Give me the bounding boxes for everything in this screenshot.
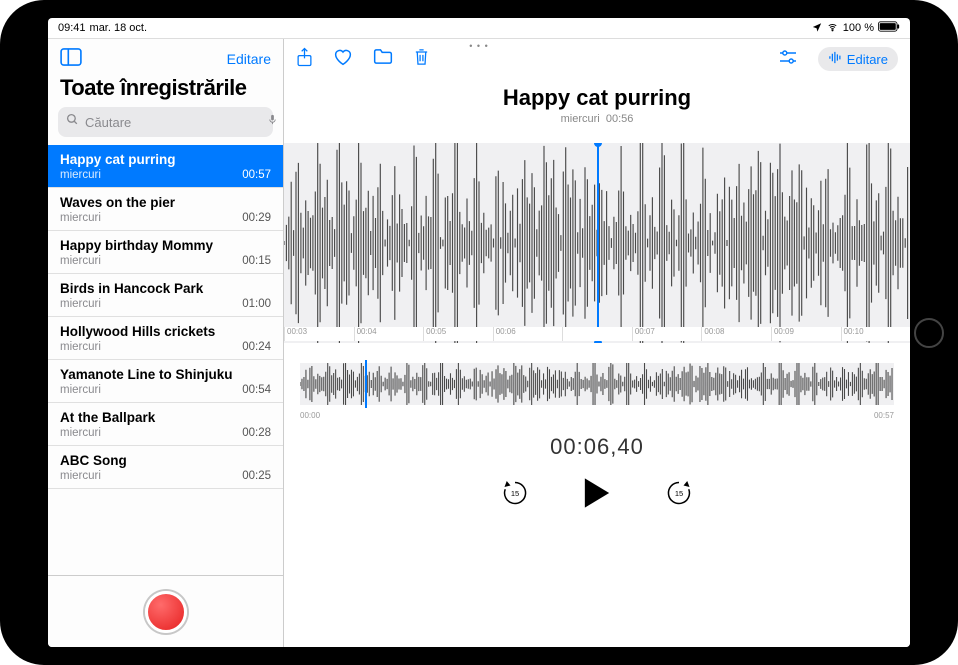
recording-row-duration: 00:54 bbox=[242, 384, 271, 396]
recording-row[interactable]: Waves on the pier miercuri 00:29 bbox=[48, 188, 283, 231]
recording-row-title: Happy cat purring bbox=[60, 152, 271, 167]
mic-icon[interactable] bbox=[267, 112, 278, 132]
recording-row-title: Hollywood Hills crickets bbox=[60, 324, 271, 339]
recording-subtitle: miercuri 00:56 bbox=[284, 113, 910, 125]
recordings-list: Happy cat purring miercuri 00:57 Waves on t… bbox=[48, 145, 283, 575]
recording-row-day: miercuri bbox=[60, 298, 101, 310]
sidebar-toggle-button[interactable] bbox=[60, 48, 82, 71]
recording-row[interactable]: ABC Song miercuri 00:25 bbox=[48, 446, 283, 489]
timeline-tick: 00:10 bbox=[841, 327, 911, 341]
playhead[interactable] bbox=[597, 143, 599, 343]
recording-row-day: miercuri bbox=[60, 169, 101, 181]
timeline-tick: 00:09 bbox=[771, 327, 841, 341]
recording-row-title: At the Ballpark bbox=[60, 410, 271, 425]
recording-row-day: miercuri bbox=[60, 341, 101, 353]
overview-times: 00:00 00:57 bbox=[300, 411, 894, 420]
recording-row[interactable]: Happy birthday Mommy miercuri 00:15 bbox=[48, 231, 283, 274]
edit-recording-label: Editare bbox=[847, 52, 888, 67]
recording-row-title: Birds in Hancock Park bbox=[60, 281, 271, 296]
status-bar: 09:41 mar. 18 oct. 100 % bbox=[48, 18, 910, 38]
record-button[interactable] bbox=[145, 591, 187, 633]
current-time: 00:06,40 bbox=[284, 434, 910, 460]
home-button[interactable] bbox=[914, 318, 944, 348]
timeline-tick: 00:04 bbox=[354, 327, 424, 341]
recording-row-duration: 00:15 bbox=[242, 255, 271, 267]
sidebar: Editare Toate înregistrările Happy cat p bbox=[48, 39, 284, 647]
timeline-tick: 00:03 bbox=[284, 327, 354, 341]
battery-percent: 100 % bbox=[843, 22, 874, 34]
timeline-tick: 00:05 bbox=[423, 327, 493, 341]
sidebar-edit-button[interactable]: Editare bbox=[227, 51, 271, 67]
recording-row-day: miercuri bbox=[60, 255, 101, 267]
options-button[interactable] bbox=[778, 49, 798, 70]
waveform-zoomed[interactable]: 00:0300:0400:0500:06 00:0700:0800:0900:10 bbox=[284, 143, 910, 343]
recording-row-duration: 01:00 bbox=[242, 298, 271, 310]
recording-title: Happy cat purring bbox=[284, 85, 910, 111]
battery-icon bbox=[878, 21, 900, 35]
folder-button[interactable] bbox=[373, 48, 393, 70]
multitask-grabber[interactable]: • • • bbox=[469, 41, 488, 51]
recording-row-title: ABC Song bbox=[60, 453, 271, 468]
recording-row[interactable]: Yamanote Line to Shinjuku miercuri 00:54 bbox=[48, 360, 283, 403]
timeline-tick bbox=[562, 327, 632, 341]
recording-row-duration: 00:28 bbox=[242, 427, 271, 439]
waveform-overview[interactable] bbox=[300, 363, 894, 405]
skip-back-15-button[interactable]: 15 bbox=[500, 478, 530, 513]
recording-row[interactable]: Hollywood Hills crickets miercuri 00:24 bbox=[48, 317, 283, 360]
search-field[interactable] bbox=[58, 107, 273, 137]
delete-button[interactable] bbox=[413, 47, 430, 72]
playback-controls: 15 15 bbox=[284, 476, 910, 515]
svg-text:15: 15 bbox=[675, 489, 683, 498]
status-time: 09:41 bbox=[58, 22, 86, 34]
skip-forward-15-button[interactable]: 15 bbox=[664, 478, 694, 513]
recording-row[interactable]: At the Ballpark miercuri 00:28 bbox=[48, 403, 283, 446]
recording-row[interactable]: Happy cat purring miercuri 00:57 bbox=[48, 145, 283, 188]
recording-row-day: miercuri bbox=[60, 212, 101, 224]
sidebar-title: Toate înregistrările bbox=[48, 71, 283, 107]
recording-row-duration: 00:24 bbox=[242, 341, 271, 353]
main-panel: Editare Happy cat purring miercuri 00:56… bbox=[284, 39, 910, 647]
recording-row-title: Yamanote Line to Shinjuku bbox=[60, 367, 271, 382]
recording-row-duration: 00:57 bbox=[242, 169, 271, 181]
edit-recording-button[interactable]: Editare bbox=[818, 47, 898, 71]
timeline-tick: 00:06 bbox=[493, 327, 563, 341]
play-button[interactable] bbox=[582, 476, 612, 515]
recording-row-day: miercuri bbox=[60, 427, 101, 439]
timeline-tick: 00:07 bbox=[632, 327, 702, 341]
waveform-icon bbox=[828, 51, 843, 67]
recording-row-title: Waves on the pier bbox=[60, 195, 271, 210]
search-icon bbox=[66, 113, 79, 131]
timeline-tick: 00:08 bbox=[701, 327, 771, 341]
share-button[interactable] bbox=[296, 47, 313, 72]
recording-row-day: miercuri bbox=[60, 470, 101, 482]
status-date: mar. 18 oct. bbox=[90, 22, 147, 34]
svg-text:15: 15 bbox=[511, 489, 519, 498]
wifi-icon bbox=[826, 22, 839, 35]
recording-row-title: Happy birthday Mommy bbox=[60, 238, 271, 253]
favorite-button[interactable] bbox=[333, 48, 353, 71]
location-icon bbox=[812, 22, 822, 35]
recording-row-duration: 00:25 bbox=[242, 470, 271, 482]
recording-row-day: miercuri bbox=[60, 384, 101, 396]
recording-row-duration: 00:29 bbox=[242, 212, 271, 224]
timeline-ticks: 00:0300:0400:0500:06 00:0700:0800:0900:10 bbox=[284, 327, 910, 341]
overview-cursor[interactable] bbox=[365, 360, 367, 408]
recording-row[interactable]: Birds in Hancock Park miercuri 01:00 bbox=[48, 274, 283, 317]
search-input[interactable] bbox=[85, 115, 261, 130]
